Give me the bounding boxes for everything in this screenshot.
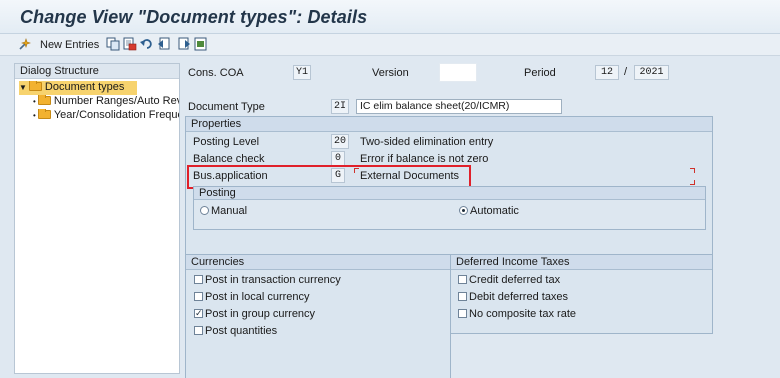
main-content: Cons. COA Y1 Version Period 12 / 2021 Do… xyxy=(180,56,780,378)
credit-deferred-tax-checkbox[interactable] xyxy=(458,275,467,284)
properties-title: Properties xyxy=(186,117,712,132)
debit-deferred-taxes-label: Debit deferred taxes xyxy=(469,291,569,303)
post-local-currency-label: Post in local currency xyxy=(205,291,310,303)
delete-icon[interactable] xyxy=(123,37,137,51)
post-group-currency-checkbox[interactable]: ✓ xyxy=(194,309,203,318)
period-label: Period xyxy=(524,67,556,79)
balance-check-label: Balance check xyxy=(193,153,265,165)
expand-triangle-icon[interactable]: ▼ xyxy=(19,83,27,92)
posting-title: Posting xyxy=(194,187,705,200)
no-composite-tax-rate-checkbox[interactable] xyxy=(458,309,467,318)
post-quantities-checkbox[interactable] xyxy=(194,326,203,335)
select-all-icon[interactable] xyxy=(194,37,208,51)
manual-radio-label: Manual xyxy=(211,205,248,217)
selection-corner-bottom-right xyxy=(690,180,695,185)
post-local-currency-checkbox[interactable] xyxy=(194,292,203,301)
version-field[interactable] xyxy=(439,63,477,82)
bullet-icon: • xyxy=(33,111,36,120)
selection-corner-top-right xyxy=(690,168,695,173)
cons-coa-field[interactable]: Y1 xyxy=(293,65,311,80)
manual-radio[interactable] xyxy=(200,206,209,215)
new-entries-button[interactable]: New Entries xyxy=(40,39,99,51)
folder-icon xyxy=(28,81,42,91)
tree-item-label: Document types xyxy=(44,81,125,93)
cons-coa-label: Cons. COA xyxy=(188,67,244,79)
currencies-title: Currencies xyxy=(186,255,450,270)
fiscal-year-field[interactable]: 2021 xyxy=(634,65,669,80)
credit-deferred-tax-label: Credit deferred tax xyxy=(469,274,561,286)
post-transaction-currency-checkbox[interactable] xyxy=(194,275,203,284)
tree-item-label: Number Ranges/Auto Reve xyxy=(53,95,179,107)
debit-deferred-taxes-checkbox[interactable] xyxy=(458,292,467,301)
document-type-label: Document Type xyxy=(188,101,265,113)
new-entries-icon[interactable] xyxy=(18,37,32,51)
tree-item-number-ranges[interactable]: • Number Ranges/Auto Reve xyxy=(33,95,179,109)
folder-icon xyxy=(37,109,51,119)
page-title: Change View "Document types": Details xyxy=(20,7,368,27)
next-entry-icon[interactable] xyxy=(177,37,191,51)
posting-level-text: Two-sided elimination entry xyxy=(360,136,494,148)
period-separator: / xyxy=(624,66,628,78)
balance-check-field[interactable]: 0 xyxy=(331,151,345,166)
posting-group: Posting xyxy=(193,186,706,230)
tree-item-document-types[interactable]: ▼ Document types xyxy=(19,81,137,95)
tree-item-year-consolidation[interactable]: • Year/Consolidation Freque xyxy=(33,109,179,123)
document-type-description-field[interactable]: IC elim balance sheet(20/ICMR) xyxy=(356,99,562,114)
automatic-radio-label: Automatic xyxy=(470,205,519,217)
deferred-taxes-title: Deferred Income Taxes xyxy=(451,255,712,270)
copy-icon[interactable] xyxy=(106,37,120,51)
selection-corner-top-left xyxy=(354,168,359,173)
folder-icon xyxy=(37,95,51,105)
balance-check-text: Error if balance is not zero xyxy=(360,153,489,165)
post-quantities-label: Post quantities xyxy=(205,325,278,337)
document-type-code-field[interactable]: 2I xyxy=(331,99,349,114)
no-composite-tax-rate-label: No composite tax rate xyxy=(469,308,576,320)
dialog-structure-header: Dialog Structure xyxy=(15,64,179,79)
previous-entry-icon[interactable] xyxy=(157,37,171,51)
dialog-structure-panel: Dialog Structure ▼ Document types • Number… xyxy=(14,63,180,374)
tree-item-label: Year/Consolidation Freque xyxy=(53,109,179,121)
version-label: Version xyxy=(372,67,409,79)
post-transaction-currency-label: Post in transaction currency xyxy=(205,274,341,286)
posting-level-field[interactable]: 20 xyxy=(331,134,349,149)
period-field[interactable]: 12 xyxy=(595,65,619,80)
posting-level-label: Posting Level xyxy=(193,136,260,148)
post-group-currency-label: Post in group currency xyxy=(205,308,316,320)
application-toolbar: New Entries xyxy=(0,34,780,56)
title-bar: Change View "Document types": Details xyxy=(0,0,780,34)
undo-icon[interactable] xyxy=(140,37,154,51)
automatic-radio[interactable] xyxy=(459,206,468,215)
bullet-icon: • xyxy=(33,97,36,106)
